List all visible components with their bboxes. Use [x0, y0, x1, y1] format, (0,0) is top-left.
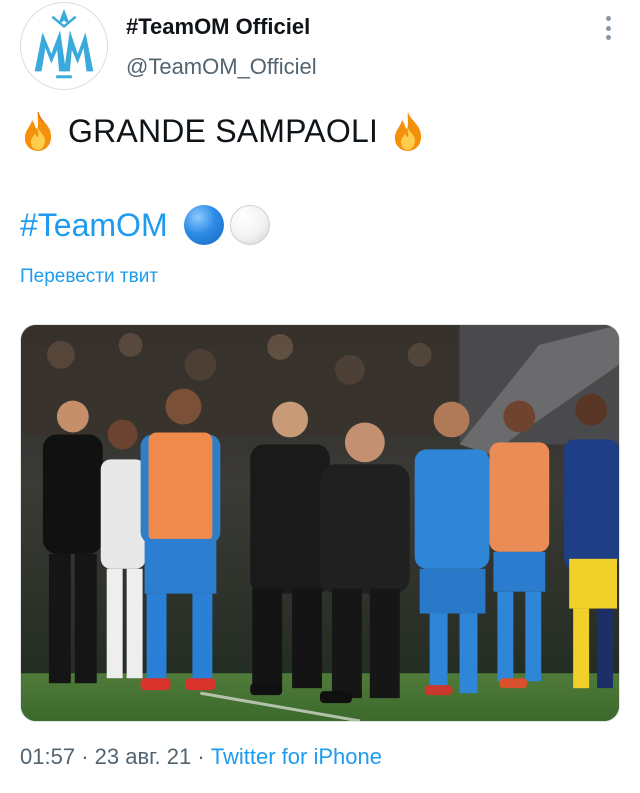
blue-circle-icon	[183, 205, 224, 245]
fire-icon	[390, 110, 426, 152]
fire-icon	[20, 110, 56, 152]
translate-tweet-link[interactable]: Перевести твит	[20, 266, 158, 288]
avatar[interactable]	[20, 2, 108, 90]
more-dot	[605, 25, 611, 31]
om-logo-icon	[21, 3, 107, 89]
tweet-meta: 01:57 · 23 авг. 21 · Twitter for iPhone	[20, 744, 382, 770]
more-dot	[605, 35, 611, 40]
hashtag-line: #TeamOM	[20, 202, 270, 248]
tweet-source-link[interactable]: Twitter for iPhone	[211, 744, 382, 769]
tweet-text-line: GRANDE SAMPAOLI	[20, 108, 426, 154]
more-vertical-icon[interactable]	[598, 14, 618, 42]
tweet-photo[interactable]	[20, 324, 620, 722]
tweet-date[interactable]: 23 авг. 21	[95, 744, 192, 769]
tweet-text: GRANDE SAMPAOLI	[68, 112, 379, 149]
tweet-header: #TeamOM Officiel @TeamOM_Officiel	[20, 2, 620, 90]
more-dot	[605, 16, 611, 21]
meta-separator: ·	[81, 744, 89, 769]
display-name[interactable]: #TeamOM Officiel	[126, 14, 310, 40]
user-handle[interactable]: @TeamOM_Officiel	[126, 54, 317, 80]
hashtag-link[interactable]: #TeamOM	[20, 207, 168, 244]
meta-separator: ·	[197, 744, 205, 769]
white-circle-icon	[229, 205, 270, 245]
tweet-time[interactable]: 01:57	[20, 744, 75, 769]
